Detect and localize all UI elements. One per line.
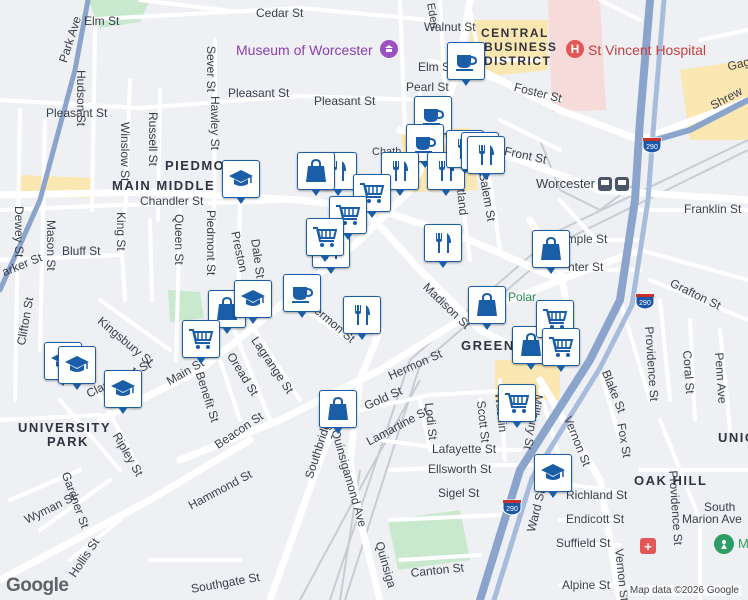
svg-text:290: 290: [646, 144, 658, 151]
cbd-label-2: BUSINESS: [484, 40, 558, 54]
restaurant-marker[interactable]: [343, 296, 381, 340]
area-park: PARK: [47, 434, 89, 449]
interstate-shield: 290: [641, 136, 663, 154]
museum-icon[interactable]: [380, 40, 398, 58]
restaurant-icon: [352, 304, 372, 326]
street-label: Piedmont St: [204, 210, 218, 276]
street-label: Queen St: [172, 214, 186, 265]
school-icon: [228, 169, 254, 189]
shopping-bag-icon: [305, 159, 327, 183]
google-logo: Google: [6, 575, 69, 596]
school-marker[interactable]: [104, 370, 142, 414]
street-label: Bluff St: [62, 244, 101, 258]
street-label: Elm St: [84, 14, 120, 28]
coffee-marker[interactable]: [447, 42, 485, 86]
street-label: Winslow St: [118, 122, 132, 182]
grocery-cart-marker[interactable]: [182, 320, 220, 364]
grocery-cart-icon: [542, 308, 568, 330]
restaurant-marker[interactable]: [424, 224, 462, 268]
hospital-icon[interactable]: H: [566, 40, 584, 58]
street-label: Sigel St: [438, 486, 480, 500]
school-icon: [240, 289, 266, 309]
area-union: UNIO: [718, 430, 748, 445]
street-label: Richland St: [566, 488, 628, 502]
svg-text:290: 290: [639, 300, 651, 307]
area-green: GREEN: [461, 338, 515, 353]
school-marker[interactable]: [534, 454, 572, 498]
coffee-icon: [291, 283, 313, 303]
coffee-icon: [455, 51, 477, 71]
street-label: Hawley St: [208, 96, 222, 151]
street-label: Suffield St: [556, 536, 611, 550]
map-attribution[interactable]: Map data ©2026 Google: [626, 585, 742, 596]
street-label: Lafayette St: [432, 442, 497, 456]
street-label: nter St: [568, 260, 604, 274]
shopping-bag-marker[interactable]: [532, 230, 570, 274]
school-marker[interactable]: [58, 346, 96, 390]
grocery-cart-icon: [504, 392, 530, 414]
grocery-cart-icon: [312, 226, 338, 248]
hospital-label[interactable]: St Vincent Hospital: [588, 42, 706, 58]
street-label: King St: [114, 212, 128, 251]
cbd-label-3: DISTRICT: [484, 54, 552, 68]
svg-text:290: 290: [506, 506, 518, 513]
park-marker-icon[interactable]: [714, 534, 734, 554]
restaurant-marker[interactable]: [467, 136, 505, 180]
street-label: Pleasant St: [228, 86, 290, 100]
restaurant-icon: [390, 160, 410, 182]
school-marker[interactable]: [222, 160, 260, 204]
grocery-cart-icon: [548, 336, 574, 358]
polar-label[interactable]: Polar: [508, 290, 536, 304]
street-label: Franklin St: [684, 202, 742, 216]
restaurant-icon: [433, 232, 453, 254]
shopping-bag-icon: [327, 397, 349, 421]
school-icon: [64, 355, 90, 375]
shopping-bag-marker[interactable]: [468, 286, 506, 330]
street-label: Endicott St: [566, 512, 625, 526]
street-label: Coral St: [680, 350, 698, 395]
street-label: Alpine St: [562, 578, 611, 592]
museum-label[interactable]: Museum of Worcester: [236, 42, 373, 58]
street-label: Hudson St: [74, 70, 88, 127]
street-label: Chandler St: [140, 194, 204, 208]
street-label: Russell St: [146, 112, 160, 167]
street-label: Sever St: [204, 46, 218, 93]
shopping-bag-marker[interactable]: [319, 390, 357, 434]
grocery-cart-marker[interactable]: [498, 384, 536, 428]
shopping-bag-icon: [540, 237, 562, 261]
street-label: Cedar St: [256, 6, 304, 20]
interstate-shield: 290: [501, 498, 523, 516]
shopping-bag-icon: [476, 293, 498, 317]
street-label: Ellsworth St: [428, 462, 492, 476]
school-marker[interactable]: [234, 280, 272, 324]
school-icon: [540, 463, 566, 483]
school-icon: [110, 379, 136, 399]
cbd-label-1: CENTRAL: [481, 26, 549, 40]
restaurant-icon: [476, 144, 496, 166]
train-station-icon[interactable]: [597, 176, 631, 192]
grocery-cart-marker[interactable]: [542, 328, 580, 372]
grocery-cart-icon: [188, 328, 214, 350]
area-university: UNIVERSITY: [18, 420, 112, 435]
coffee-icon: [414, 133, 436, 153]
coffee-marker[interactable]: [283, 274, 321, 318]
station-label[interactable]: Worcester: [536, 176, 595, 191]
map-canvas[interactable]: Museum of Worcester H St Vincent Hospita…: [0, 0, 748, 600]
street-label: Pleasant St: [314, 94, 376, 108]
shopping-bag-marker[interactable]: [297, 152, 335, 196]
park-label-partial: M: [738, 536, 748, 551]
street-label: Dewey St: [12, 206, 26, 258]
street-label: Pearl St: [406, 80, 449, 94]
medical-icon[interactable]: +: [640, 538, 656, 554]
interstate-shield: 290: [634, 292, 656, 310]
grocery-cart-marker[interactable]: [306, 218, 344, 262]
street-label: Mason St: [44, 220, 58, 271]
street-label: Marion Ave: [682, 512, 742, 526]
coffee-icon: [422, 105, 444, 125]
